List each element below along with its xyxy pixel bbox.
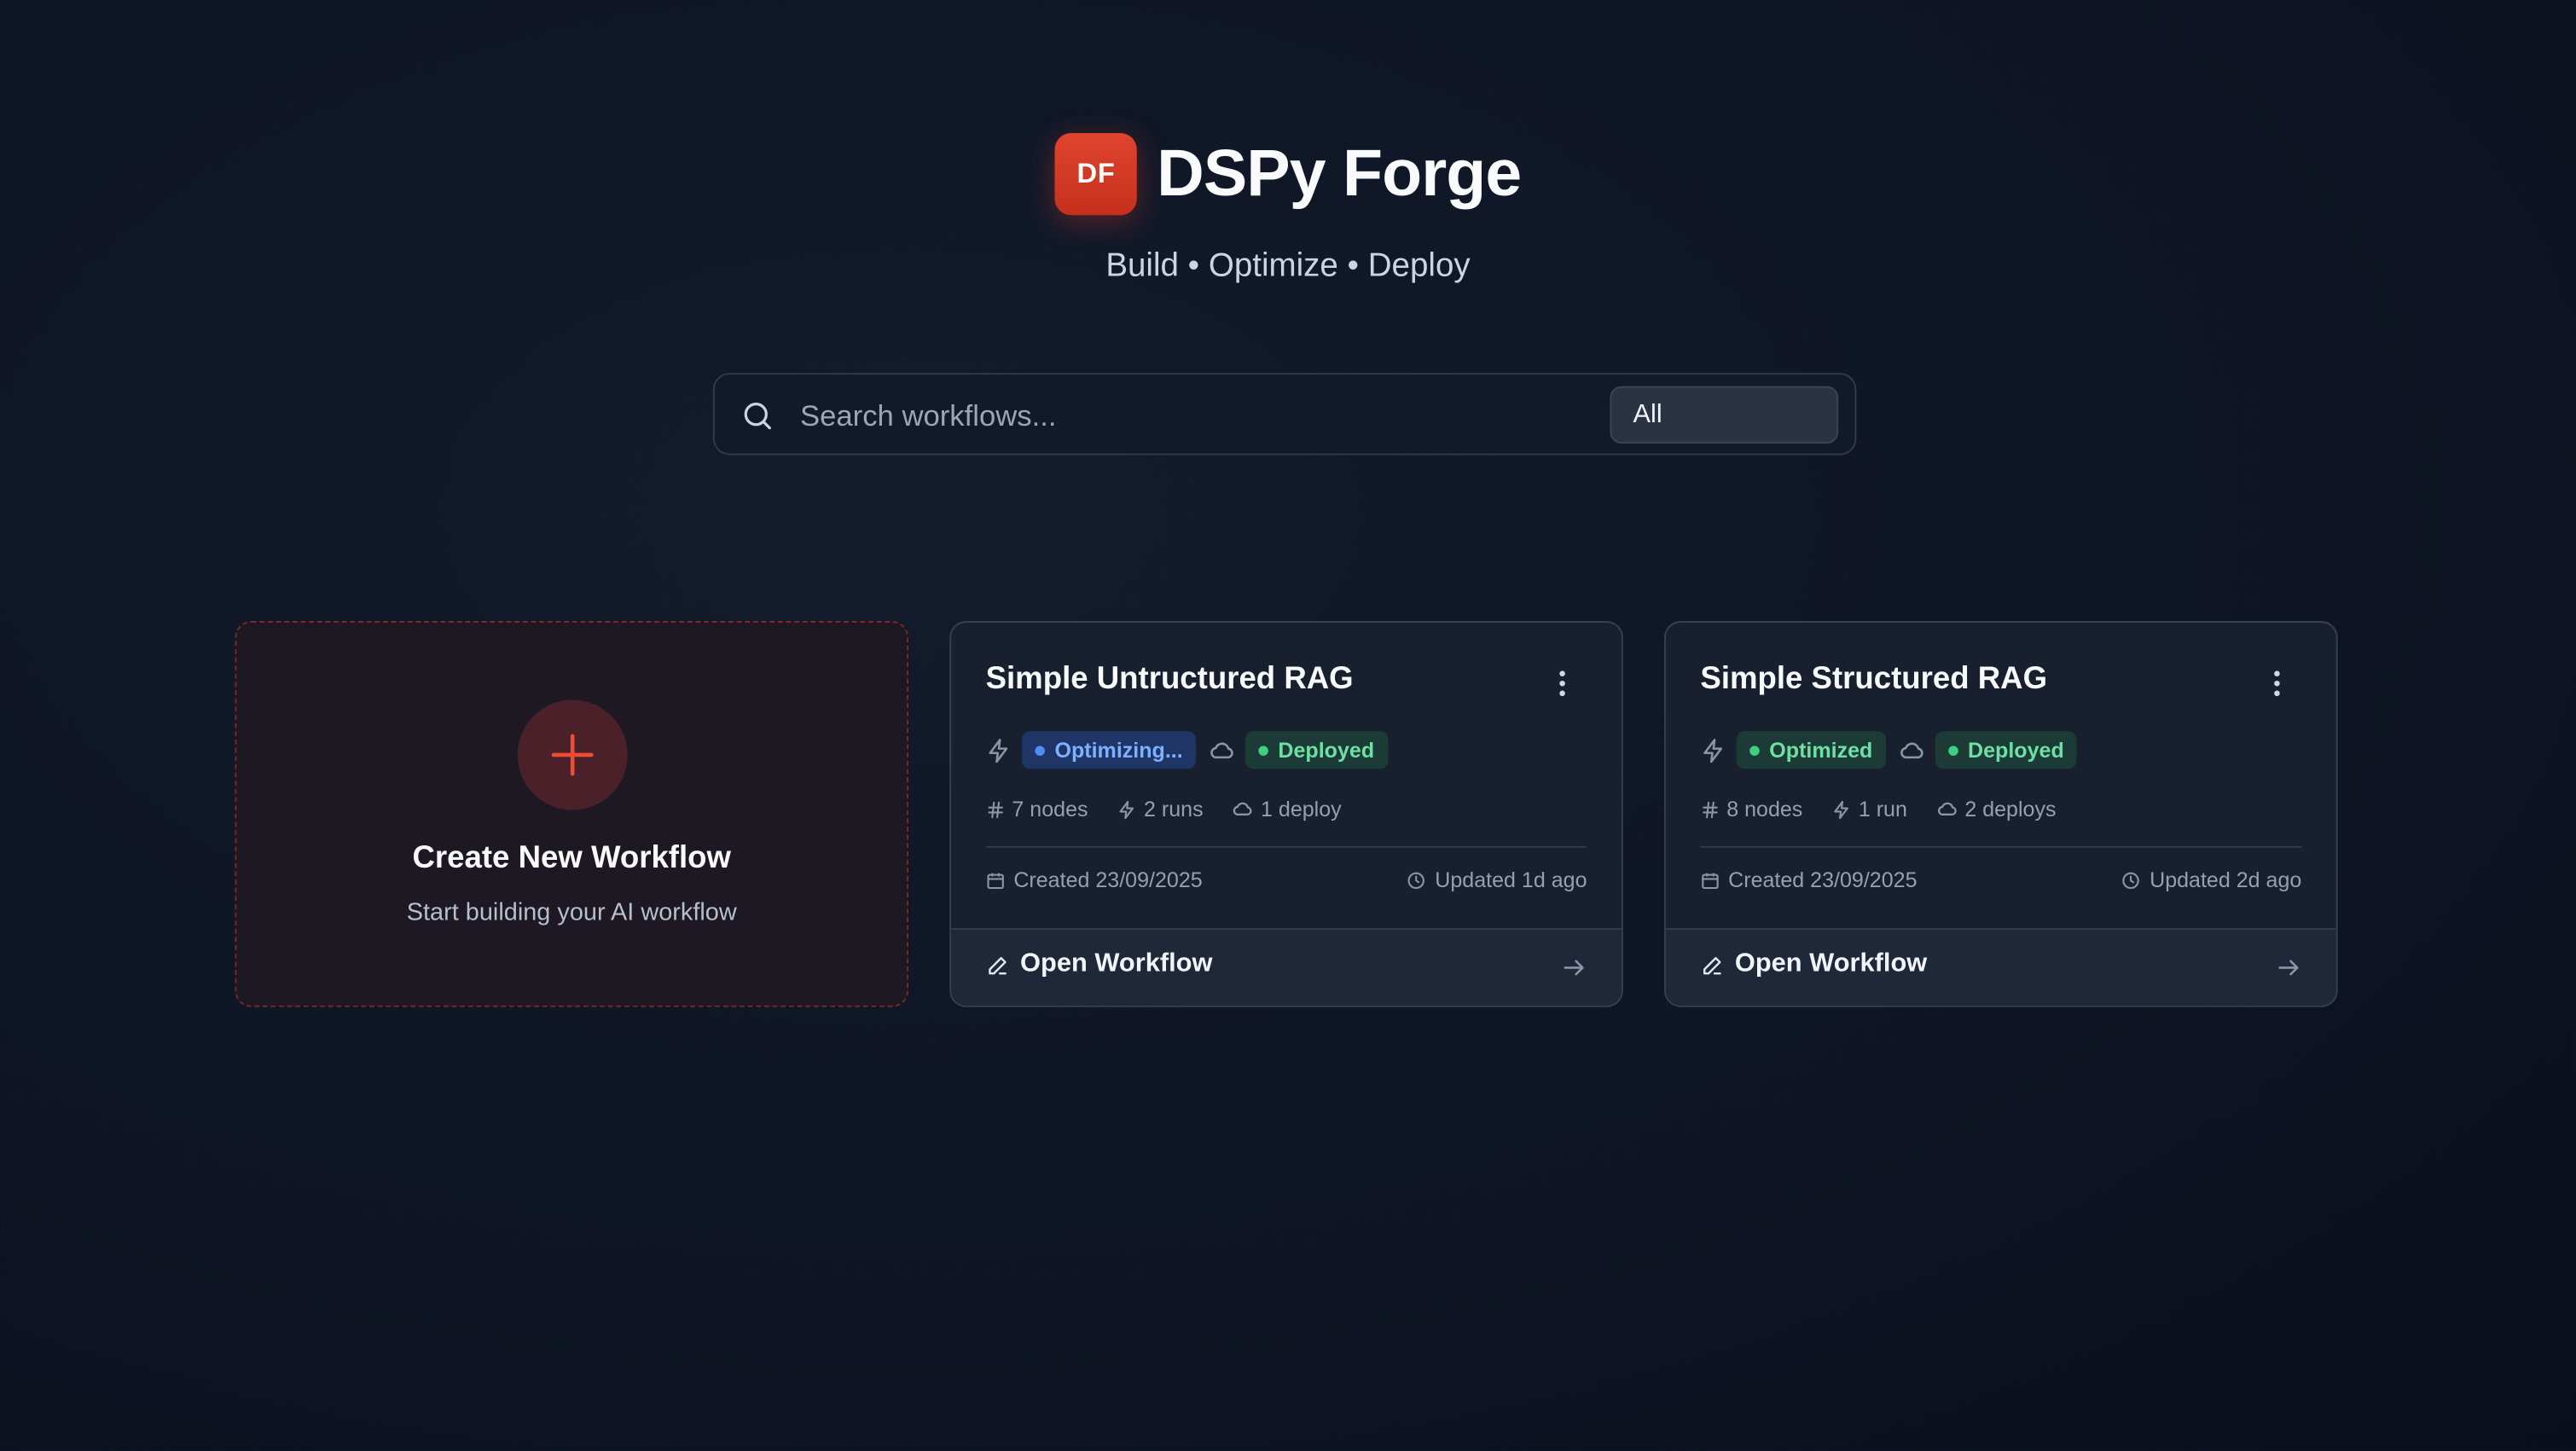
runs-count: 1 run: [1858, 797, 1907, 821]
runs-stat: 1 run: [1832, 797, 1907, 821]
deploy-status-label: Deployed: [1968, 737, 2064, 763]
app-logo: DF: [1054, 133, 1138, 216]
page: DF DSPy Forge Build • Optimize • Deploy …: [0, 0, 2576, 1451]
brand-header: DF DSPy Forge: [0, 133, 2576, 216]
optimize-status-label: Optimizing...: [1054, 737, 1183, 763]
nodes-stat: 8 nodes: [1700, 797, 1802, 821]
create-workflow-subtitle: Start building your AI workflow: [406, 898, 737, 927]
deploy-status-badge: Deployed: [1244, 731, 1388, 769]
bolt-icon: [1703, 738, 1723, 763]
optimize-status-badge: Optimized: [1736, 731, 1886, 769]
runs-count: 2 runs: [1144, 797, 1204, 821]
status-dot: [1947, 745, 1958, 755]
app-tagline: Build • Optimize • Deploy: [1105, 247, 1471, 285]
created-date: Created 23/09/2025: [1700, 868, 1917, 892]
workflow-stats: 7 nodes 2 runs 1 deploy: [986, 797, 1342, 821]
optimize-status-badge: Optimizing...: [1021, 731, 1197, 769]
runs-stat: 2 runs: [1117, 797, 1204, 821]
open-workflow-button[interactable]: Open Workflow: [1700, 949, 1927, 979]
workflow-dates: Created 23/09/2025 Updated 1d ago: [986, 868, 1587, 892]
open-workflow-button[interactable]: Open Workflow: [986, 949, 1213, 979]
updated-date: Updated 1d ago: [1407, 868, 1587, 892]
workflow-title: Simple Structured RAG: [1700, 662, 2048, 697]
bolt-icon: [1119, 799, 1134, 819]
status-badges: Optimizing... Deployed: [986, 731, 1388, 769]
clock-icon: [1408, 871, 1425, 889]
pencil-icon: [989, 955, 1007, 974]
arrow-right-icon: [2278, 960, 2299, 976]
plus-icon: [551, 734, 594, 776]
updated-label: Updated 2d ago: [2150, 867, 2302, 892]
open-workflow-label: Open Workflow: [1734, 949, 1928, 978]
workflow-title: Simple Untructured RAG: [985, 662, 1354, 697]
plus-button[interactable]: [517, 699, 628, 810]
deploys-stat: 2 deploys: [1937, 797, 2057, 821]
updated-date: Updated 2d ago: [2121, 868, 2301, 892]
arrow-right-icon: [1564, 960, 1584, 976]
calendar-icon: [1702, 872, 1719, 889]
status-dot: [1035, 745, 1045, 755]
calendar-icon: [987, 872, 1004, 889]
status-filter-select[interactable]: All: [1610, 386, 1839, 444]
nodes-stat: 7 nodes: [986, 797, 1088, 821]
pencil-icon: [1703, 955, 1721, 974]
deploys-count: 2 deploys: [1964, 797, 2057, 821]
nodes-count: 7 nodes: [1012, 797, 1088, 821]
deploy-status-badge: Deployed: [1935, 731, 2078, 769]
optimize-status-label: Optimized: [1769, 737, 1873, 763]
search-input[interactable]: [797, 389, 1593, 443]
bolt-icon: [989, 738, 1008, 763]
divider: [985, 845, 1587, 848]
updated-label: Updated 1d ago: [1435, 867, 1587, 892]
create-workflow-card[interactable]: Create New Workflow Start building your …: [235, 621, 909, 1007]
create-workflow-title: Create New Workflow: [412, 841, 731, 876]
workflow-card[interactable]: Simple Structured RAG Optimized Deployed: [1664, 621, 2338, 1007]
app-title: DSPy Forge: [1157, 137, 1522, 211]
status-dot: [1749, 745, 1760, 755]
created-label: Created 23/09/2025: [1013, 867, 1203, 892]
created-label: Created 23/09/2025: [1728, 867, 1917, 892]
hash-icon: [1703, 800, 1718, 818]
hash-icon: [988, 800, 1003, 818]
cloud-icon: [1233, 802, 1253, 815]
more-vertical-icon[interactable]: [2260, 667, 2294, 700]
search-bar: All: [712, 373, 1857, 456]
deploys-stat: 1 deploy: [1233, 797, 1342, 821]
nodes-count: 8 nodes: [1726, 797, 1803, 821]
cloud-icon: [1210, 741, 1233, 758]
deploy-status-label: Deployed: [1278, 737, 1375, 763]
status-dot: [1258, 745, 1268, 755]
bolt-icon: [1834, 799, 1849, 819]
workflow-dates: Created 23/09/2025 Updated 2d ago: [1700, 868, 2301, 892]
cloud-icon: [1900, 741, 1923, 758]
open-workflow-label: Open Workflow: [1020, 949, 1213, 978]
status-badges: Optimized Deployed: [1700, 731, 2078, 769]
card-footer[interactable]: Open Workflow: [951, 928, 1622, 1006]
divider: [1700, 845, 2302, 848]
more-vertical-icon[interactable]: [1546, 667, 1579, 700]
deploys-count: 1 deploy: [1261, 797, 1342, 821]
search-icon: [744, 403, 771, 430]
card-footer[interactable]: Open Workflow: [1665, 928, 2336, 1006]
cloud-icon: [1937, 802, 1957, 815]
workflow-card[interactable]: Simple Untructured RAG Optimizing... Dep…: [949, 621, 1623, 1007]
created-date: Created 23/09/2025: [986, 868, 1203, 892]
workflow-stats: 8 nodes 1 run 2 deploys: [1700, 797, 2057, 821]
clock-icon: [2123, 871, 2140, 889]
